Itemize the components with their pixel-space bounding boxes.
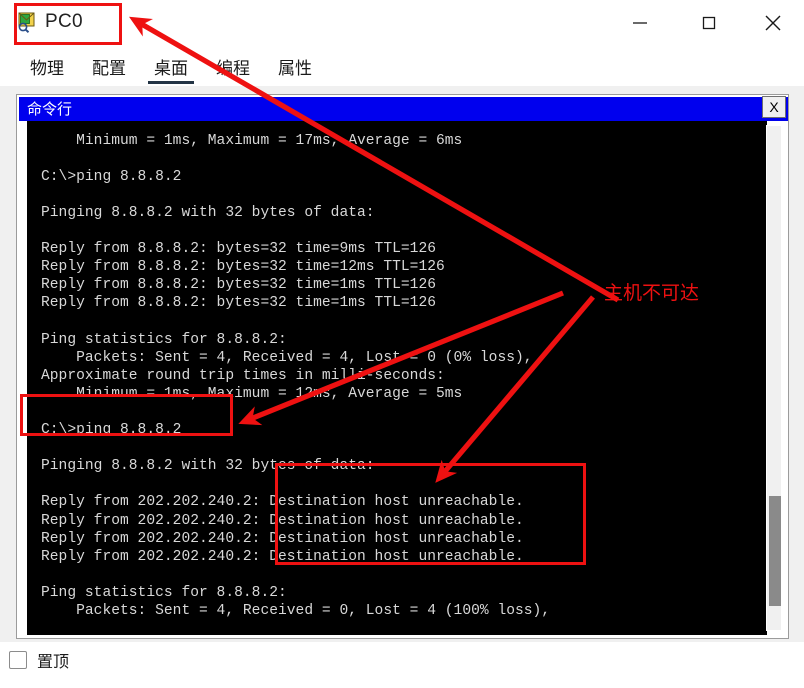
maximize-icon xyxy=(702,16,716,30)
pc0-window: PC0 物理 配置 桌面 编程 属性 命令行 X Minimum = 1ms, … xyxy=(0,0,804,688)
command-prompt-close-button[interactable]: X xyxy=(762,96,786,118)
minimize-icon xyxy=(633,22,647,24)
tab-config[interactable]: 配置 xyxy=(78,59,140,86)
tab-desktop[interactable]: 桌面 xyxy=(140,59,202,86)
terminal-area: Minimum = 1ms, Maximum = 17ms, Average =… xyxy=(19,121,788,638)
tab-strip: 物理 配置 桌面 编程 属性 xyxy=(0,46,804,87)
tab-list: 物理 配置 桌面 编程 属性 xyxy=(16,46,326,86)
window-title-area: PC0 xyxy=(16,5,83,39)
pc-device-icon xyxy=(16,11,38,33)
page-title: PC0 xyxy=(45,11,83,32)
close-button[interactable] xyxy=(750,0,796,46)
pin-on-top-label: 置顶 xyxy=(37,654,70,671)
desktop-content-panel: 命令行 X Minimum = 1ms, Maximum = 17ms, Ave… xyxy=(0,86,804,642)
pin-on-top-row[interactable]: 置顶 xyxy=(9,648,69,672)
pin-on-top-checkbox[interactable] xyxy=(9,651,27,669)
command-prompt-titlebar: 命令行 xyxy=(19,97,788,121)
terminal-text: Minimum = 1ms, Maximum = 17ms, Average =… xyxy=(41,132,551,620)
window-footer: 置顶 xyxy=(0,642,804,688)
window-titlebar: PC0 xyxy=(0,0,804,46)
tab-physical[interactable]: 物理 xyxy=(16,59,78,86)
close-icon xyxy=(765,15,781,31)
terminal-output[interactable]: Minimum = 1ms, Maximum = 17ms, Average =… xyxy=(27,121,767,635)
command-prompt-window: 命令行 X Minimum = 1ms, Maximum = 17ms, Ave… xyxy=(16,94,789,639)
terminal-scrollbar[interactable] xyxy=(766,125,782,631)
command-prompt-title: 命令行 xyxy=(27,101,73,118)
maximize-button[interactable] xyxy=(686,0,732,46)
tab-programming[interactable]: 编程 xyxy=(202,59,264,86)
terminal-scrollbar-thumb[interactable] xyxy=(769,496,781,606)
tab-attributes[interactable]: 属性 xyxy=(264,59,326,86)
minimize-button[interactable] xyxy=(617,0,663,46)
